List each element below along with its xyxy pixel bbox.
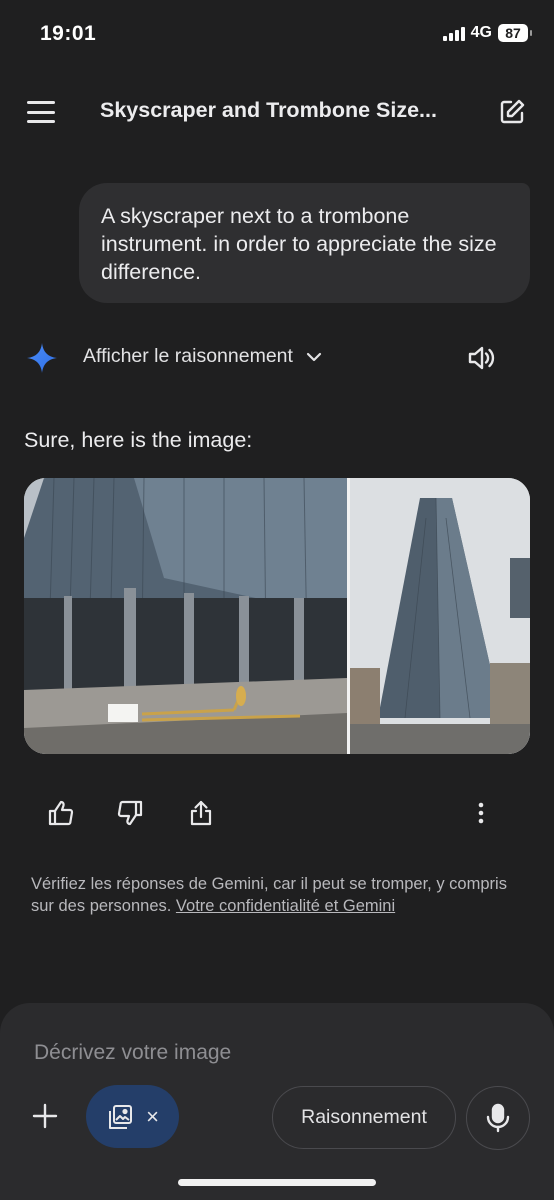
chat-title[interactable]: Skyscraper and Trombone Size... <box>100 98 460 123</box>
skyscraper-full-photo <box>350 478 530 754</box>
show-reasoning-toggle[interactable]: Afficher le raisonnement <box>83 345 323 368</box>
chevron-down-icon <box>306 352 322 361</box>
response-header: Afficher le raisonnement <box>0 336 554 380</box>
speaker-icon[interactable] <box>466 343 496 373</box>
network-type: 4G <box>470 24 492 41</box>
battery-icon: 87 <box>498 24 532 42</box>
response-actions <box>0 796 554 832</box>
response-text: Sure, here is the image: <box>24 428 253 452</box>
more-vert-icon[interactable] <box>467 799 495 827</box>
status-time: 19:01 <box>40 22 97 45</box>
status-bar: 19:01 4G 87 <box>0 0 554 68</box>
disclaimer: Vérifiez les réponses de Gemini, car il … <box>31 873 531 917</box>
show-reasoning-label: Afficher le raisonnement <box>83 345 293 367</box>
edit-icon[interactable] <box>498 98 526 126</box>
skyscraper-base-photo <box>24 478 347 754</box>
mic-button[interactable] <box>466 1086 530 1150</box>
generated-image[interactable] <box>24 478 530 754</box>
composer: × Raisonnement <box>0 1003 554 1200</box>
mic-icon <box>486 1103 510 1133</box>
thumbs-up-icon[interactable] <box>47 799 75 827</box>
top-bar: Skyscraper and Trombone Size... <box>0 86 554 138</box>
image-chip-close[interactable]: × <box>146 1105 159 1128</box>
image-tool-chip[interactable]: × <box>86 1085 179 1148</box>
signal-icon <box>442 26 465 41</box>
thumbs-down-icon[interactable] <box>116 799 144 827</box>
share-icon[interactable] <box>187 799 215 827</box>
plus-icon[interactable] <box>30 1101 60 1131</box>
status-indicators: 4G 87 <box>442 24 532 42</box>
menu-icon[interactable] <box>26 98 56 126</box>
gemini-sparkle-icon <box>27 343 57 373</box>
image-generation-icon <box>109 1104 133 1129</box>
prompt-input[interactable] <box>34 1037 514 1069</box>
privacy-link[interactable]: Votre confidentialité et Gemini <box>176 897 395 915</box>
user-message-bubble: A skyscraper next to a trombone instrume… <box>79 183 530 303</box>
home-indicator <box>178 1179 376 1186</box>
reasoning-chip[interactable]: Raisonnement <box>272 1086 456 1149</box>
